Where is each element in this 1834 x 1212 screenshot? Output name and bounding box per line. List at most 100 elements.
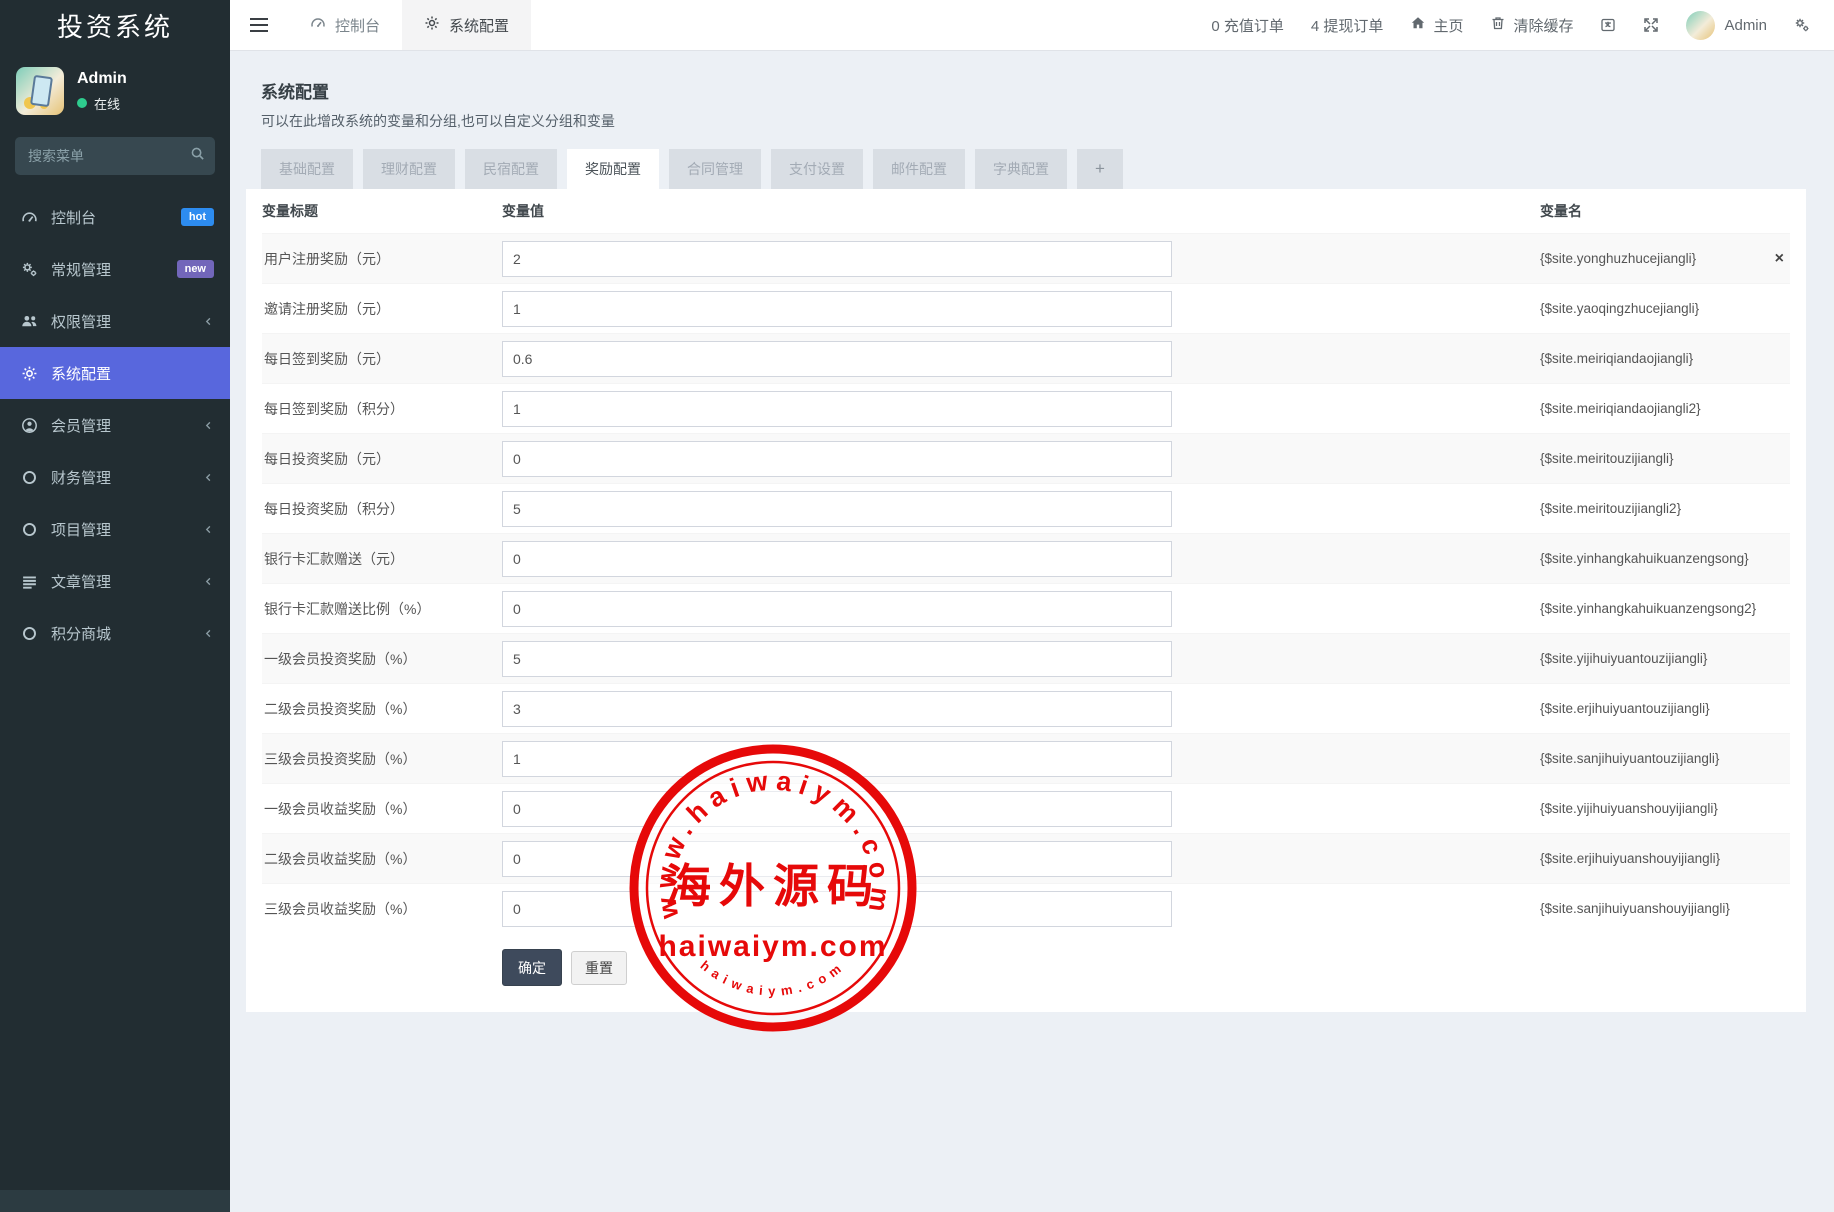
- variable-value-input[interactable]: [502, 491, 1172, 527]
- config-tabs: 基础配置 理财配置 民宿配置 奖励配置 合同管理: [246, 149, 1806, 189]
- table-row: 银行卡汇款赠送（元） {$site.yinhangkahuikuanzengso…: [262, 533, 1790, 583]
- config-tab[interactable]: 理财配置: [363, 149, 455, 189]
- variable-label: 每日投资奖励（元）: [262, 449, 502, 469]
- circle-icon: [20, 521, 39, 538]
- avatar: [16, 67, 64, 115]
- variable-value-input[interactable]: [502, 291, 1172, 327]
- config-tab[interactable]: 奖励配置: [567, 149, 659, 189]
- variable-name-cell: {$site.yijihuiyuanshouyijiangli}: [1540, 801, 1790, 816]
- config-tab-label: 基础配置: [279, 159, 335, 179]
- navbar-tab[interactable]: 系统配置: [402, 0, 531, 50]
- sidebar: 投资系统 Admin 在线 控制台 hot: [0, 0, 230, 1212]
- variable-label: 二级会员投资奖励（%）: [262, 699, 502, 719]
- chevron-left-icon: [203, 628, 214, 639]
- variable-value-input[interactable]: [502, 241, 1172, 277]
- variable-value-input[interactable]: [502, 391, 1172, 427]
- config-tab[interactable]: 字典配置: [975, 149, 1067, 189]
- config-tab-label: 支付设置: [789, 159, 845, 179]
- online-dot: [77, 98, 87, 108]
- variable-name-cell: {$site.erjihuiyuantouzijiangli}: [1540, 701, 1790, 716]
- variable-value-input[interactable]: [502, 441, 1172, 477]
- variable-value-input[interactable]: [502, 641, 1172, 677]
- table-row: 三级会员收益奖励（%） {$site.sanjihuiyuanshouyijia…: [262, 883, 1790, 933]
- sidebar-item[interactable]: 项目管理: [0, 503, 230, 555]
- menu-toggle-button[interactable]: [230, 0, 288, 50]
- withdraw-orders-link[interactable]: 4 提现订单: [1311, 15, 1384, 36]
- variable-name-cell: {$site.meiriqiandaojiangli}: [1540, 351, 1790, 366]
- variable-value-cell: [502, 641, 1540, 677]
- variable-name-cell: {$site.sanjihuiyuanshouyijiangli}: [1540, 901, 1790, 916]
- table-row: 每日投资奖励（积分） {$site.meiritouzijiangli2}: [262, 483, 1790, 533]
- top-navbar: 控制台 系统配置 0 充值订单 4 提现订单 主页 清除缓存: [230, 0, 1834, 50]
- variable-name: {$site.yijihuiyuanshouyijiangli}: [1540, 801, 1718, 816]
- sidebar-item[interactable]: 积分商城: [0, 607, 230, 659]
- home-link[interactable]: 主页: [1410, 15, 1463, 36]
- tachometer-icon: [20, 209, 39, 226]
- avatar: [1686, 11, 1715, 40]
- table-rows: 用户注册奖励（元） {$site.yonghuzhucejiangli} × 邀: [262, 233, 1790, 933]
- sidebar-item[interactable]: 控制台 hot: [0, 191, 230, 243]
- variable-name-cell: {$site.yinhangkahuikuanzengsong}: [1540, 551, 1790, 566]
- table-row: 邀请注册奖励（元） {$site.yaoqingzhucejiangli}: [262, 283, 1790, 333]
- config-tab[interactable]: 合同管理: [669, 149, 761, 189]
- user-name: Admin: [77, 70, 127, 88]
- variable-name: {$site.sanjihuiyuanshouyijiangli}: [1540, 901, 1730, 916]
- recharge-orders-link[interactable]: 0 充值订单: [1211, 15, 1284, 36]
- language-icon[interactable]: [1600, 17, 1616, 33]
- variable-value-input[interactable]: [502, 741, 1172, 777]
- table-row: 每日签到奖励（元） {$site.meiriqiandaojiangli}: [262, 333, 1790, 383]
- navbar-tab[interactable]: 控制台: [288, 0, 402, 50]
- sidebar-item-label: 系统配置: [51, 363, 111, 384]
- variable-value-input[interactable]: [502, 841, 1172, 877]
- search-icon[interactable]: [190, 146, 205, 164]
- remove-variable-icon[interactable]: ×: [1775, 251, 1784, 267]
- reset-button[interactable]: 重置: [571, 951, 627, 985]
- variable-label: 二级会员收益奖励（%）: [262, 849, 502, 869]
- variable-value-input[interactable]: [502, 541, 1172, 577]
- variable-value-input[interactable]: [502, 891, 1172, 927]
- list-icon: [20, 573, 39, 590]
- sidebar-item[interactable]: 常规管理 new: [0, 243, 230, 295]
- sidebar-item-label: 常规管理: [51, 259, 111, 280]
- variable-label: 一级会员投资奖励（%）: [262, 649, 502, 669]
- table-row: 用户注册奖励（元） {$site.yonghuzhucejiangli} ×: [262, 233, 1790, 283]
- navbar-right: 0 充值订单 4 提现订单 主页 清除缓存 Admi: [1211, 0, 1834, 50]
- sidebar-item-label: 财务管理: [51, 467, 111, 488]
- sidebar-item[interactable]: 会员管理: [0, 399, 230, 451]
- add-tab-button[interactable]: +: [1077, 149, 1123, 189]
- sidebar-item[interactable]: 财务管理: [0, 451, 230, 503]
- variable-name-cell: {$site.yonghuzhucejiangli} ×: [1540, 251, 1790, 267]
- config-tab[interactable]: 支付设置: [771, 149, 863, 189]
- settings-gears-icon[interactable]: [1794, 17, 1810, 33]
- status-badge: hot: [181, 208, 214, 226]
- column-header-varname: 变量名: [1540, 201, 1790, 221]
- sidebar-item[interactable]: 文章管理: [0, 555, 230, 607]
- config-tab[interactable]: 基础配置: [261, 149, 353, 189]
- search-input[interactable]: [15, 137, 215, 175]
- config-tab[interactable]: 邮件配置: [873, 149, 965, 189]
- user-menu[interactable]: Admin: [1686, 11, 1767, 40]
- variable-value-input[interactable]: [502, 341, 1172, 377]
- variable-value-input[interactable]: [502, 691, 1172, 727]
- variable-label: 一级会员收益奖励（%）: [262, 799, 502, 819]
- variable-name: {$site.meiritouzijiangli}: [1540, 451, 1674, 466]
- page-header: 系统配置 可以在此增改系统的变量和分组,也可以自定义分组和变量: [246, 66, 1806, 133]
- sidebar-footer: [0, 1190, 230, 1212]
- variable-name-cell: {$site.sanjihuiyuantouzijiangli}: [1540, 751, 1790, 766]
- variable-value-input[interactable]: [502, 591, 1172, 627]
- variable-name-cell: {$site.yijihuiyuantouzijiangli}: [1540, 651, 1790, 666]
- sidebar-item[interactable]: 权限管理: [0, 295, 230, 347]
- app-title: 投资系统: [0, 0, 230, 55]
- clear-cache-link[interactable]: 清除缓存: [1490, 15, 1573, 36]
- variable-value-input[interactable]: [502, 791, 1172, 827]
- config-tab[interactable]: 民宿配置: [465, 149, 557, 189]
- sidebar-item-label: 控制台: [51, 207, 96, 228]
- fullscreen-icon[interactable]: [1643, 17, 1659, 33]
- sidebar-item[interactable]: 系统配置: [0, 347, 230, 399]
- table-row: 每日投资奖励（元） {$site.meiritouzijiangli}: [262, 433, 1790, 483]
- variable-name-cell: {$site.meiritouzijiangli}: [1540, 451, 1790, 466]
- user-status: 在线: [77, 94, 127, 113]
- sidebar-item-label: 积分商城: [51, 623, 111, 644]
- confirm-button[interactable]: 确定: [502, 949, 562, 986]
- config-tab-label: 邮件配置: [891, 159, 947, 179]
